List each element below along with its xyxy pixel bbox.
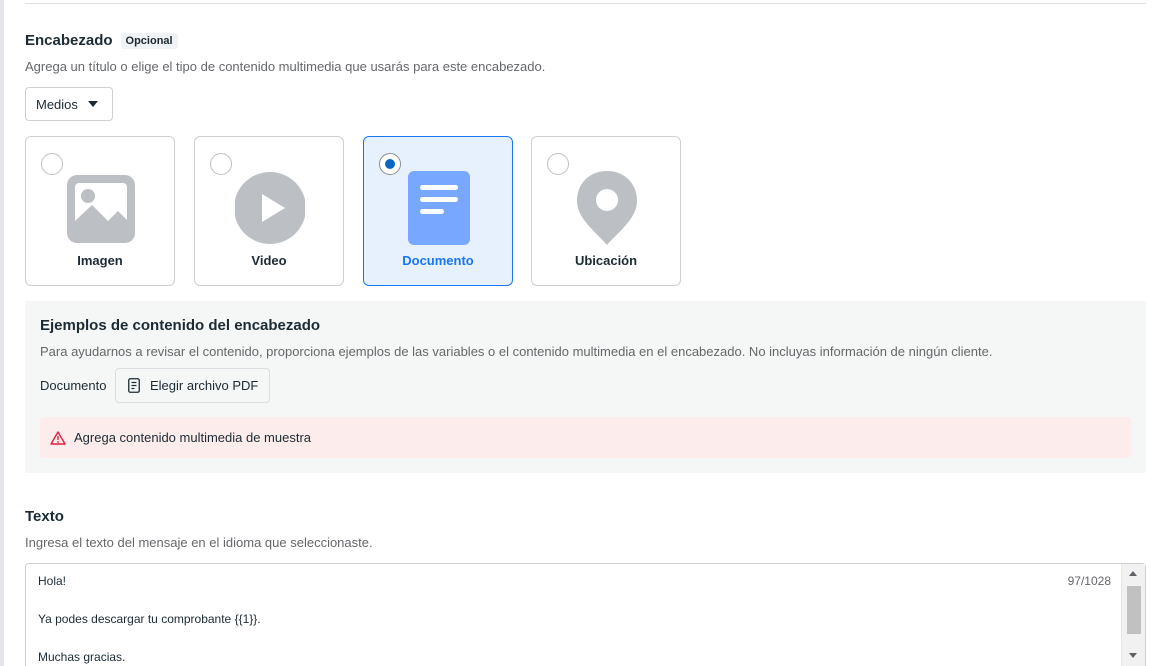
media-alert: Agrega contenido multimedia de muestra [40, 417, 1131, 458]
media-option-label: Documento [402, 253, 474, 268]
optional-badge: Opcional [120, 32, 178, 49]
play-icon [235, 172, 305, 244]
media-option-video[interactable]: Video [194, 136, 344, 286]
scroll-down-arrow-icon[interactable] [1129, 653, 1137, 658]
body-text-line: Muchas gracias. [38, 650, 126, 664]
choose-pdf-button[interactable]: Elegir archivo PDF [115, 368, 270, 403]
body-text-line: Ya podes descargar tu comprobante {{1}}. [38, 612, 261, 626]
file-icon [128, 378, 140, 393]
media-option-label: Video [251, 253, 287, 268]
scroll-up-arrow-icon[interactable] [1129, 571, 1137, 576]
warning-icon [50, 430, 66, 445]
caret-down-icon [87, 101, 98, 107]
radio-button[interactable] [547, 153, 569, 175]
body-text-title: Texto [25, 508, 64, 525]
examples-title: Ejemplos de contenido del encabezado [40, 317, 321, 334]
examples-description: Para ayudarnos a revisar el contenido, p… [40, 344, 993, 359]
header-type-dropdown[interactable]: Medios [25, 87, 113, 121]
image-icon [67, 175, 135, 243]
scrollbar-thumb[interactable] [1127, 586, 1141, 634]
document-label: Documento [40, 378, 107, 393]
radio-button-selected[interactable] [379, 153, 401, 175]
media-option-label: Imagen [77, 253, 123, 268]
media-option-label: Ubicación [574, 253, 638, 268]
body-text-line: Hola! [38, 574, 67, 588]
choose-pdf-label: Elegir archivo PDF [150, 378, 259, 393]
body-text-input[interactable]: Hola! Ya podes descargar tu comprobante … [25, 563, 1146, 666]
radio-button[interactable] [210, 153, 232, 175]
media-option-location[interactable]: Ubicación [531, 136, 681, 286]
character-counter: 97/1028 [1067, 574, 1111, 588]
dropdown-value: Medios [36, 96, 78, 112]
document-icon [408, 171, 470, 245]
media-option-document[interactable]: Documento [363, 136, 513, 286]
section-divider [25, 3, 1146, 4]
body-text-description: Ingresa el texto del mensaje en el idiom… [25, 535, 373, 550]
media-option-image[interactable]: Imagen [25, 136, 175, 286]
alert-text: Agrega contenido multimedia de muestra [74, 430, 312, 445]
header-description: Agrega un título o elige el tipo de cont… [25, 59, 546, 74]
location-pin-icon [577, 171, 637, 245]
header-title: Encabezado [25, 32, 113, 49]
header-examples-panel: Ejemplos de contenido del encabezado Par… [25, 301, 1146, 473]
textbox-scrollbar[interactable] [1121, 564, 1145, 666]
left-border [0, 0, 4, 666]
header-section-title: Encabezado Opcional [25, 32, 178, 49]
radio-button[interactable] [41, 153, 63, 175]
